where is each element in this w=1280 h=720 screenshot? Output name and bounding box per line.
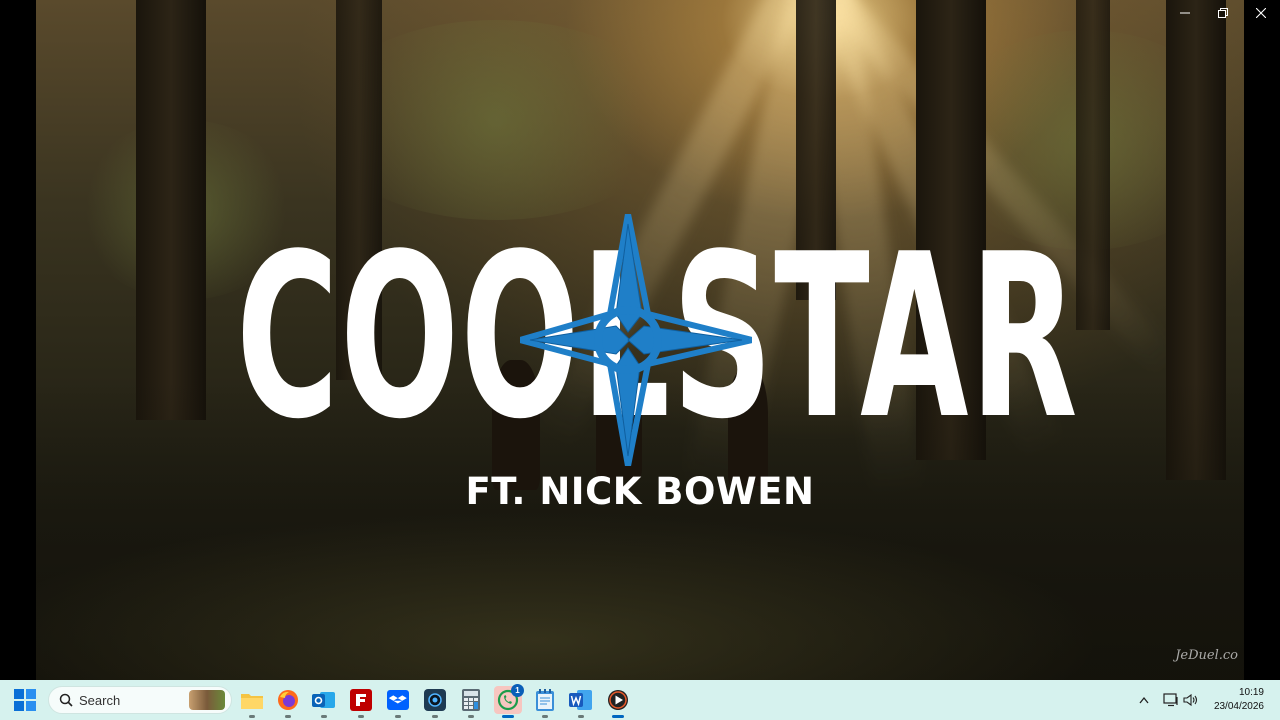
taskbar-clock[interactable]: 10:19 23/04/2026 <box>1206 686 1264 714</box>
calculator-icon <box>462 689 480 711</box>
taskbar-app-word[interactable] <box>567 686 595 718</box>
clock-time: 10:19 <box>1238 687 1264 698</box>
dropbox-icon <box>387 690 409 710</box>
firefox-icon <box>278 690 298 710</box>
taskbar-app-media-player[interactable] <box>604 686 632 718</box>
taskbar-app-calculator[interactable] <box>457 686 485 718</box>
taskbar-app-outlook[interactable] <box>310 686 338 718</box>
taskbar-app-camera[interactable] <box>421 686 449 718</box>
artist-signature: JeDuel.co <box>1175 648 1238 663</box>
video-viewport[interactable]: COOL STAR FT. NICK BOWEN JeDuel.co <box>0 0 1280 680</box>
windows-start-icon <box>14 689 36 711</box>
whatsapp-badge: 1 <box>511 684 524 697</box>
notepad-icon <box>536 689 554 711</box>
taskbar-search-box[interactable]: Search <box>48 686 232 714</box>
show-hidden-icons-button[interactable] <box>1134 686 1154 714</box>
search-highlight-image <box>189 690 225 710</box>
search-placeholder: Search <box>79 692 121 708</box>
filezilla-icon <box>350 689 372 711</box>
media-player-icon <box>608 690 628 710</box>
folder-icon <box>241 694 263 709</box>
speaker-icon <box>1183 693 1198 707</box>
start-button[interactable] <box>14 689 36 711</box>
taskbar-app-notepad[interactable] <box>531 686 559 718</box>
word-icon <box>569 690 592 710</box>
camera-icon <box>424 689 446 711</box>
video-title-overlay: COOL STAR FT. NICK BOWEN JeDuel.co <box>0 0 1280 680</box>
taskbar-app-dropbox[interactable] <box>384 686 412 718</box>
taskbar-app-file-explorer[interactable] <box>238 686 266 718</box>
volume-button[interactable] <box>1180 686 1202 714</box>
outlook-icon <box>312 692 335 708</box>
taskbar-app-firefox[interactable] <box>274 686 302 718</box>
chevron-up-icon <box>1139 696 1149 704</box>
network-status-button[interactable] <box>1160 686 1182 714</box>
video-subtitle: FT. NICK BOWEN <box>465 470 815 513</box>
clock-date: 23/04/2026 <box>1213 701 1264 712</box>
taskbar-app-filezilla[interactable] <box>347 686 375 718</box>
compass-star-icon <box>520 214 752 466</box>
network-icon <box>1163 693 1178 707</box>
taskbar-app-whatsapp[interactable]: 1 <box>494 684 524 718</box>
search-icon <box>59 693 73 707</box>
